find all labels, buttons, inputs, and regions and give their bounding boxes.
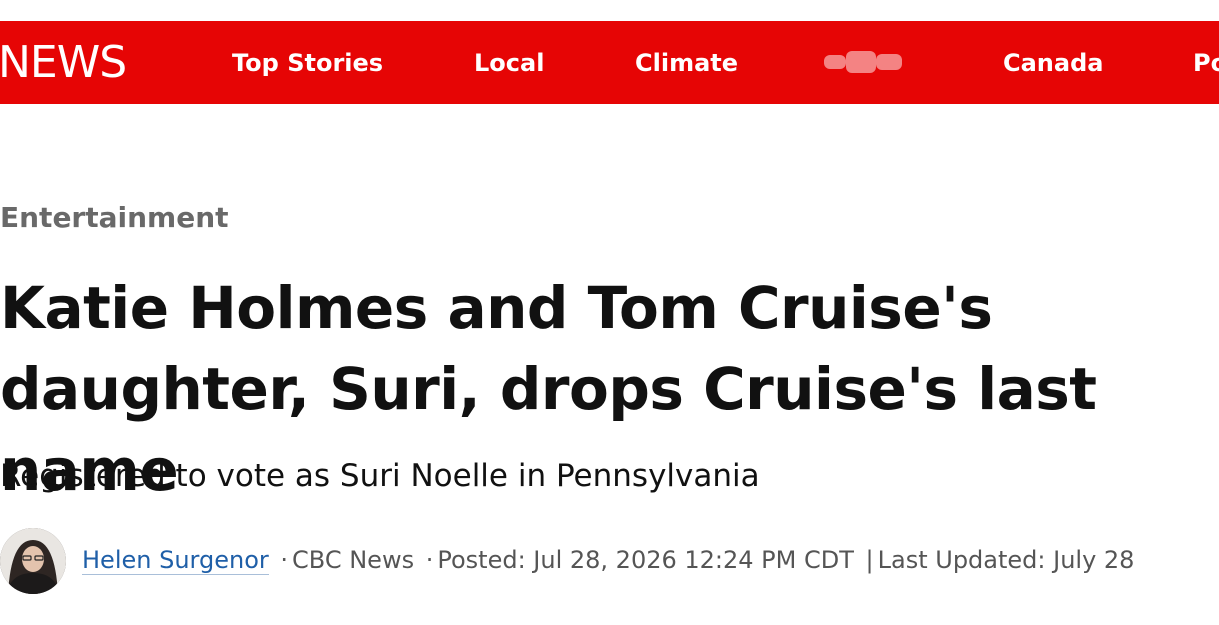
byline-outlet: CBC News (292, 546, 415, 574)
nav-climate[interactable]: Climate (635, 48, 738, 78)
news-logo[interactable]: NEWS (0, 38, 127, 88)
byline-dot: · (280, 546, 289, 574)
byline-separator: | (865, 546, 874, 574)
nav-top-stories[interactable]: Top Stories (232, 48, 383, 78)
nav-politics-truncated[interactable]: Po (1193, 48, 1219, 78)
nav-canada[interactable]: Canada (1003, 48, 1103, 78)
byline-dot: · (425, 546, 434, 574)
posted-date: Posted: Jul 28, 2026 12:24 PM CDT (437, 546, 854, 574)
article-subheadline: Registered to vote as Suri Noelle in Pen… (0, 458, 760, 494)
article-byline: Helen Surgenor · CBC News · Posted: Jul 28… (82, 543, 1134, 577)
author-avatar (0, 528, 66, 594)
section-label[interactable]: Entertainment (0, 200, 229, 236)
site-header: NEWS Top Stories Local Climate Canada Po (0, 21, 1219, 104)
nav-local[interactable]: Local (474, 48, 544, 78)
author-link[interactable]: Helen Surgenor (82, 546, 269, 575)
updated-date: Last Updated: July 28 (877, 546, 1135, 574)
nav-item-obscured[interactable] (822, 49, 910, 77)
